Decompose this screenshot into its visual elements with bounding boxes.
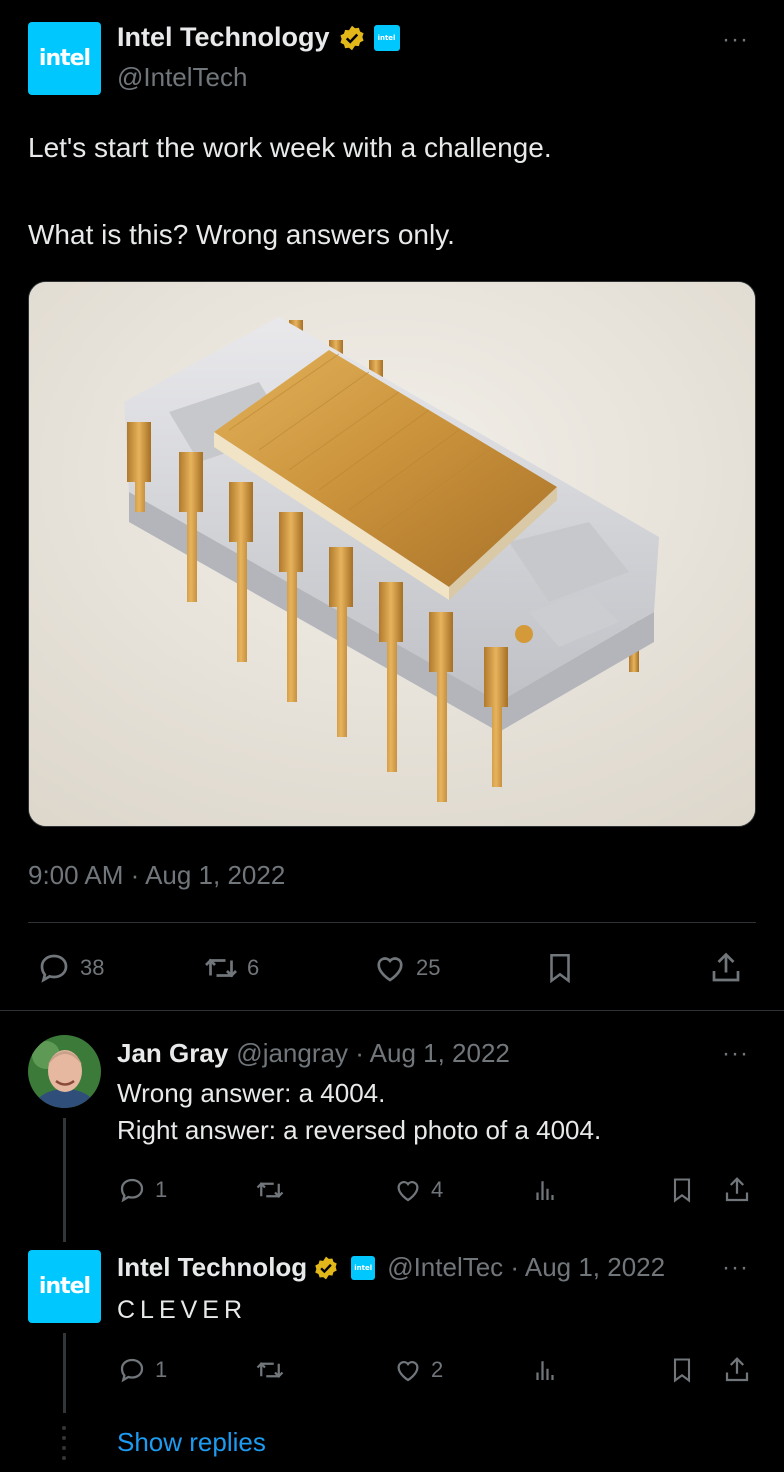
like-count: 25 — [416, 955, 441, 980]
share-icon — [712, 952, 740, 982]
bookmark-button[interactable] — [543, 950, 577, 986]
verified-badge-icon — [315, 1256, 337, 1279]
share-button[interactable] — [722, 1355, 752, 1385]
reply-button[interactable]: 38 — [36, 950, 104, 986]
reply-author-name[interactable]: Jan Gray — [117, 1038, 228, 1069]
views-button[interactable] — [530, 1175, 560, 1205]
affiliate-badge-text: intel — [354, 1263, 373, 1272]
affiliate-badge-text: intel — [377, 33, 396, 42]
like-button[interactable]: 4 — [393, 1175, 443, 1205]
retweet-count: 6 — [247, 955, 260, 980]
share-icon — [725, 1177, 749, 1202]
retweet-icon — [256, 1182, 284, 1198]
author-handle[interactable]: @IntelTech — [117, 62, 247, 93]
heart-icon — [397, 1181, 419, 1202]
like-count: 2 — [431, 1357, 444, 1382]
tweet-text-line-2: What is this? Wrong answers only. — [28, 219, 455, 250]
reply-text-line-1: Wrong answer: a 4004. — [117, 1078, 386, 1108]
bookmark-icon — [673, 1178, 691, 1203]
reply-author-name[interactable]: Intel Technolog — [117, 1252, 307, 1283]
thread-line — [63, 1118, 66, 1242]
person-avatar-icon — [28, 1035, 101, 1108]
more-options-icon[interactable]: ··· — [722, 1040, 749, 1068]
thread-line — [63, 1333, 66, 1413]
heart-icon — [397, 1361, 419, 1382]
like-button[interactable]: 2 — [393, 1355, 443, 1385]
show-replies-link[interactable]: Show replies — [117, 1427, 266, 1458]
reply-button[interactable]: 1 — [117, 1355, 167, 1385]
reply-icon — [120, 1358, 144, 1383]
retweet-icon — [256, 1362, 284, 1378]
reply-count: 1 — [155, 1177, 168, 1202]
avatar-logo-text: intel — [38, 46, 91, 71]
verified-badge-icon — [339, 25, 364, 50]
views-button[interactable] — [530, 1355, 560, 1385]
reply-icon — [40, 954, 68, 983]
reply-button[interactable]: 1 — [117, 1175, 167, 1205]
affiliate-badge: intel — [351, 1255, 376, 1280]
bookmark-icon — [550, 953, 570, 984]
intel-avatar[interactable]: intel — [28, 22, 101, 95]
retweet-button[interactable]: 6 — [203, 950, 259, 986]
reply-meta[interactable]: @IntelTec · Aug 1, 2022 — [387, 1252, 665, 1283]
bookmark-icon — [673, 1358, 691, 1383]
tweet-timestamp[interactable]: 9:00 AM · Aug 1, 2022 — [28, 860, 285, 891]
tweet-media[interactable] — [28, 281, 756, 827]
share-button[interactable] — [708, 950, 744, 986]
reply-text-line-2: Right answer: a reversed photo of a 4004… — [117, 1115, 602, 1145]
chip-image-icon — [29, 282, 755, 826]
share-icon — [725, 1357, 749, 1382]
divider — [0, 1010, 784, 1011]
retweet-icon — [205, 958, 237, 978]
affiliate-badge: intel — [373, 24, 400, 51]
reply-text-line-1: CLEVER — [117, 1296, 248, 1324]
retweet-button[interactable] — [255, 1355, 285, 1385]
reply-count: 38 — [80, 955, 105, 980]
like-button[interactable]: 25 — [372, 950, 440, 986]
reply-count: 1 — [155, 1357, 168, 1382]
heart-icon — [377, 957, 403, 982]
avatar-logo-text: intel — [38, 1274, 91, 1299]
analytics-icon — [536, 1361, 554, 1380]
reply-icon — [120, 1178, 144, 1203]
bookmark-button[interactable] — [668, 1355, 696, 1385]
analytics-icon — [536, 1181, 554, 1200]
author-name[interactable]: Intel Technology — [117, 22, 330, 53]
divider — [28, 922, 756, 923]
bookmark-button[interactable] — [668, 1175, 696, 1205]
dotted-thread-icon — [62, 1426, 66, 1460]
tweet-text-line-1: Let's start the work week with a challen… — [28, 132, 552, 163]
retweet-button[interactable] — [255, 1175, 285, 1205]
reply-meta[interactable]: @jangray · Aug 1, 2022 — [236, 1038, 510, 1069]
intel-avatar[interactable]: intel — [28, 1250, 101, 1323]
more-options-icon[interactable]: ··· — [722, 26, 749, 54]
avatar[interactable] — [28, 1035, 101, 1108]
like-count: 4 — [431, 1177, 444, 1202]
more-options-icon[interactable]: ··· — [722, 1254, 749, 1282]
share-button[interactable] — [722, 1175, 752, 1205]
